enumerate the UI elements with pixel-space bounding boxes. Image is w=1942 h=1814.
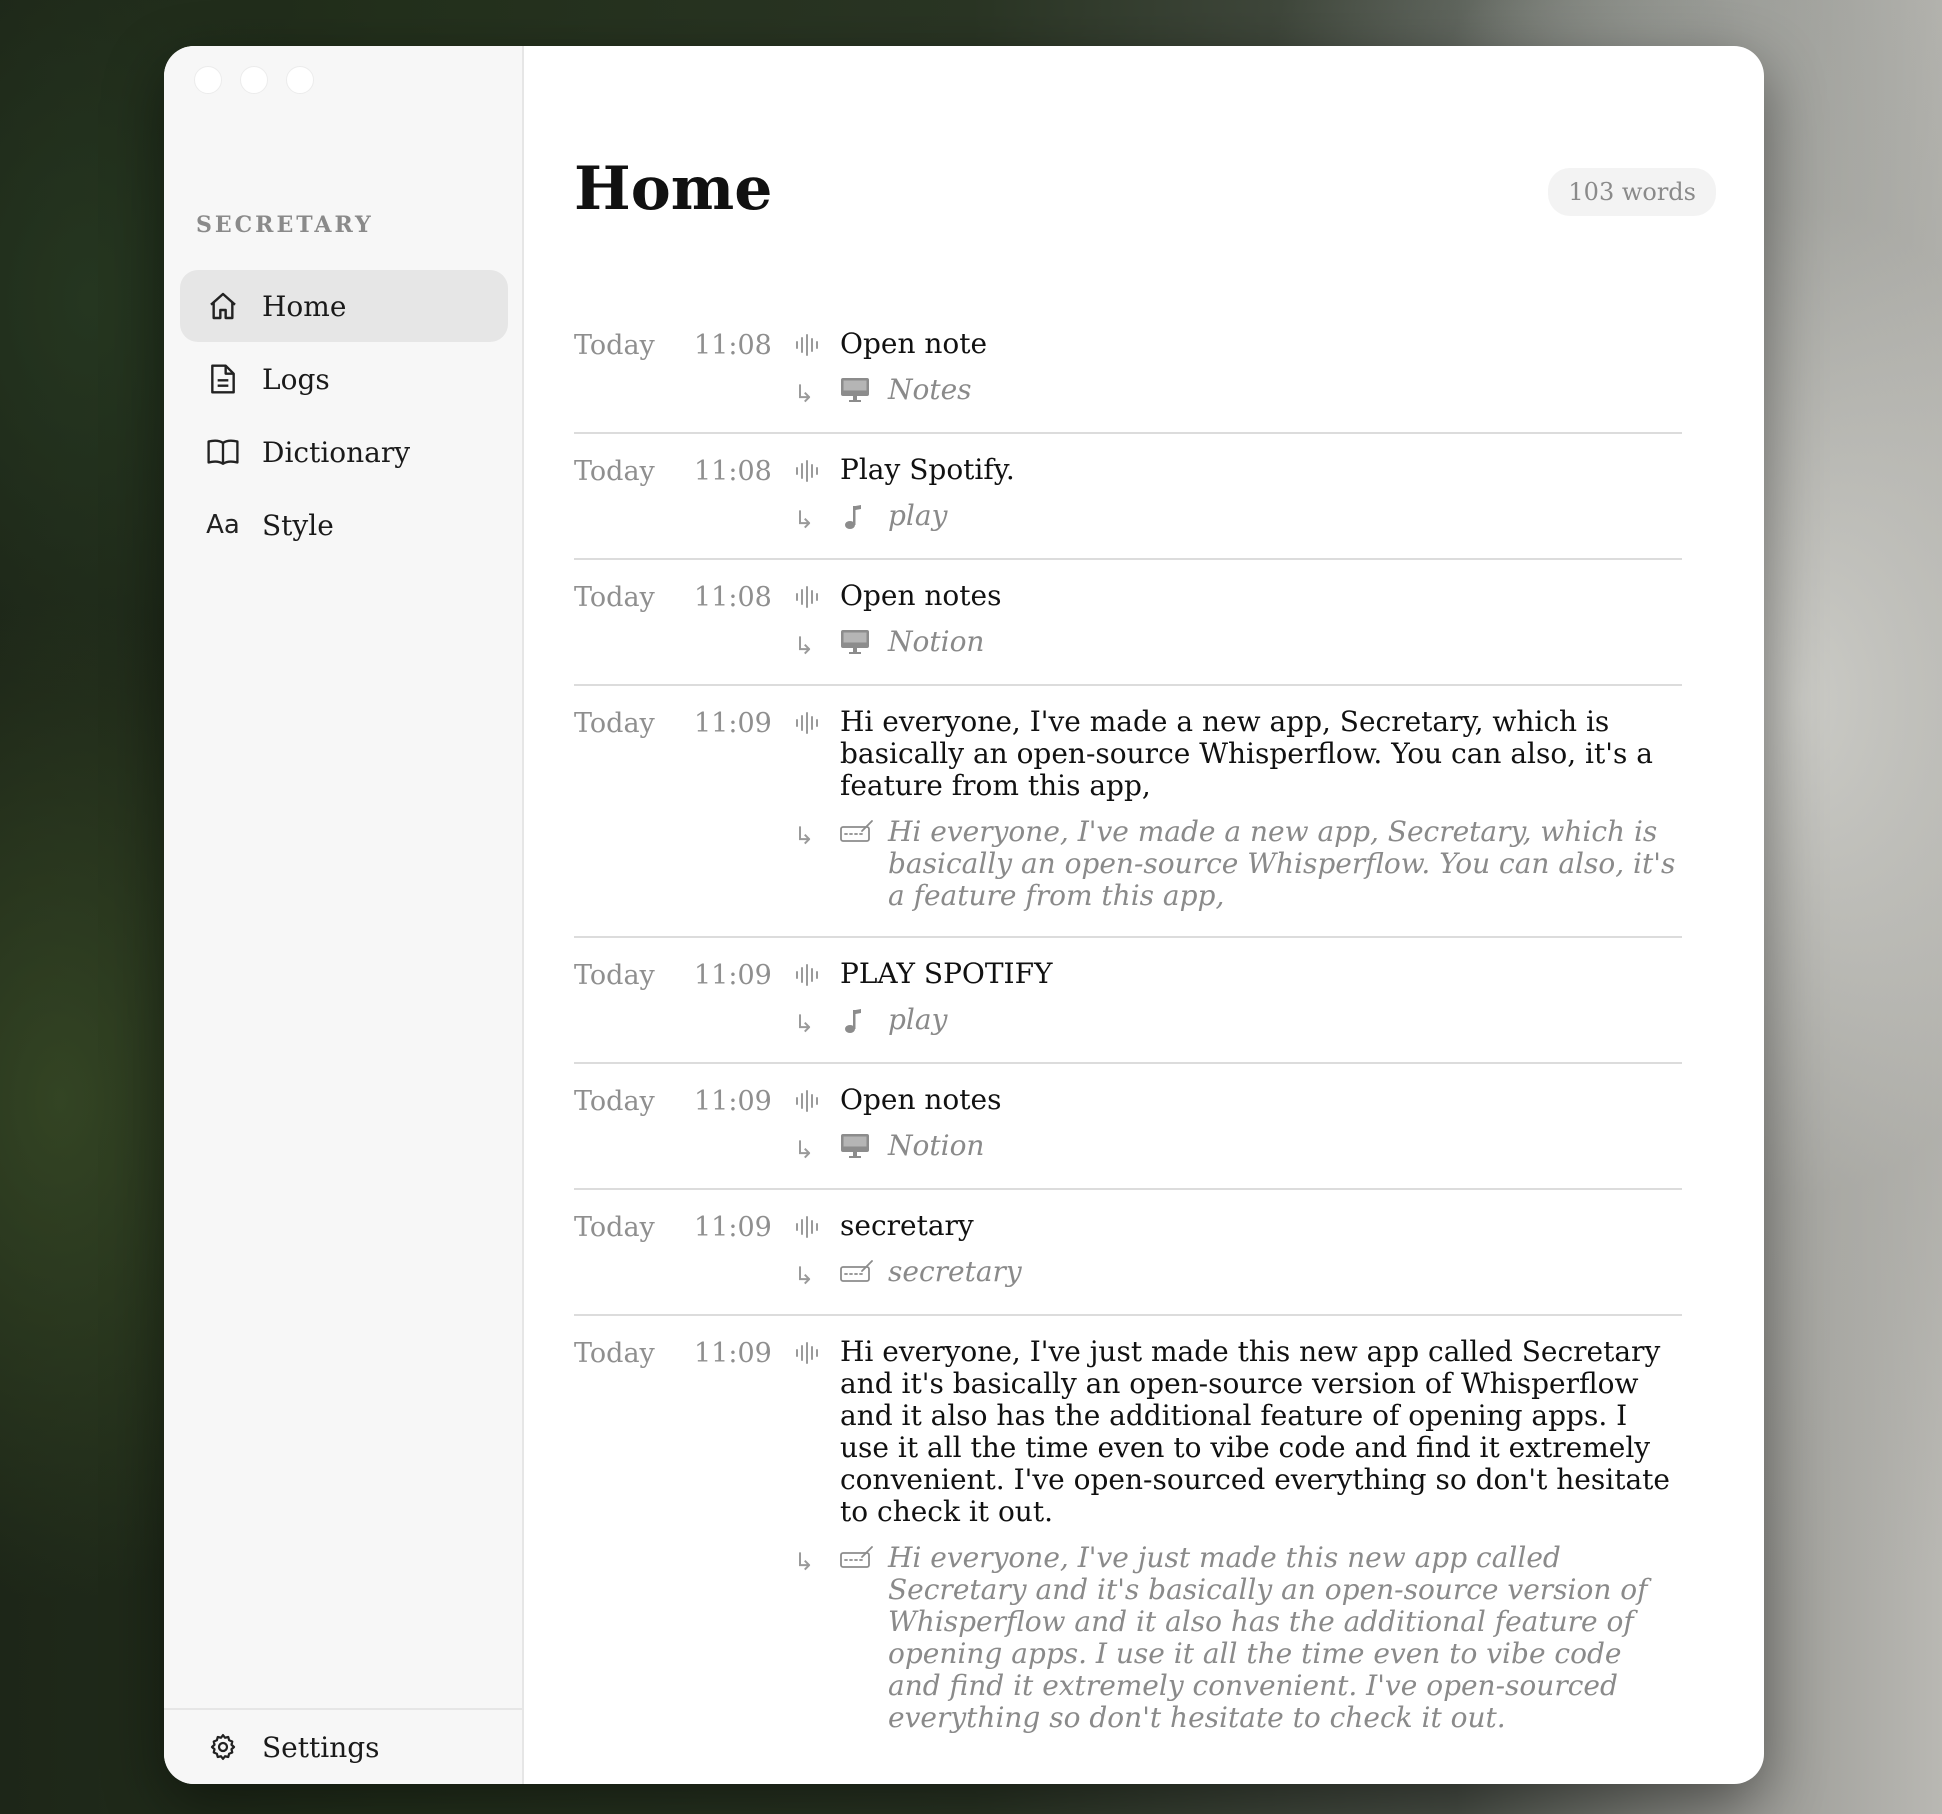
return-arrow-icon: ↳ [794, 1548, 815, 1576]
return-arrow-icon: ↳ [794, 632, 815, 660]
log-entry[interactable]: Today 11:09 Hi everyone, I've made a new… [574, 686, 1682, 938]
sidebar: SECRETARY Home Logs Dictionary Aa Style … [164, 46, 524, 1784]
spoken-text: Open note [840, 327, 988, 360]
entry-time: 11:08 [694, 582, 772, 613]
spoken-text: PLAY SPOTIFY [840, 957, 1053, 990]
settings-label: Settings [262, 1730, 380, 1764]
spoken-text: Hi everyone, I've made a new app, Secret… [840, 705, 1653, 802]
waveform-icon [794, 1334, 840, 1366]
keyboard-edit-icon [840, 816, 888, 845]
return-arrow-icon: ↳ [794, 822, 815, 850]
activity-log: Today 11:08 Open note ↳ Notes Today 11:0… [574, 308, 1682, 1758]
entry-time: 11:08 [694, 456, 772, 487]
sidebar-item-label: Dictionary [262, 435, 411, 469]
entry-time: 11:09 [694, 708, 772, 739]
waveform-icon [794, 956, 840, 988]
spoken-text: Open notes [840, 1083, 1002, 1116]
entry-date: Today [574, 1212, 655, 1243]
entry-time: 11:08 [694, 330, 772, 361]
result-text: Notes [888, 373, 972, 406]
close-window-button[interactable] [194, 66, 222, 94]
word-count-badge: 103 words [1548, 168, 1716, 216]
log-entry[interactable]: Today 11:09 Open notes ↳ Notion [574, 1064, 1682, 1190]
return-arrow-icon: ↳ [794, 506, 815, 534]
sidebar-item-home[interactable]: Home [180, 270, 508, 342]
log-entry[interactable]: Today 11:09 PLAY SPOTIFY ↳ play [574, 938, 1682, 1064]
sidebar-item-style[interactable]: Aa Style [180, 489, 508, 561]
result-text: play [888, 499, 948, 532]
entry-date: Today [574, 456, 655, 487]
music-note-icon [840, 1004, 888, 1035]
entry-time: 11:09 [694, 1086, 772, 1117]
sidebar-item-label: Logs [262, 362, 330, 396]
home-icon [206, 289, 240, 323]
page-title: Home [574, 154, 773, 224]
brand-label: SECRETARY [196, 212, 374, 238]
waveform-icon [794, 578, 840, 610]
result-text: Hi everyone, I've made a new app, Secret… [888, 815, 1676, 912]
return-arrow-icon: ↳ [794, 1136, 815, 1164]
zoom-window-button[interactable] [286, 66, 314, 94]
entry-time: 11:09 [694, 1338, 772, 1369]
result-text: play [888, 1003, 948, 1036]
sidebar-item-logs[interactable]: Logs [180, 343, 508, 415]
settings-button[interactable]: Settings [164, 1708, 522, 1784]
keyboard-edit-icon [840, 1542, 888, 1571]
entry-date: Today [574, 330, 655, 361]
app-window: SECRETARY Home Logs Dictionary Aa Style … [164, 46, 1764, 1784]
document-icon [206, 362, 240, 396]
spoken-text: Hi everyone, I've just made this new app… [840, 1335, 1670, 1528]
waveform-icon [794, 452, 840, 484]
book-icon [206, 435, 240, 469]
spoken-text: secretary [840, 1209, 974, 1242]
entry-date: Today [574, 960, 655, 991]
entry-time: 11:09 [694, 960, 772, 991]
return-arrow-icon: ↳ [794, 1010, 815, 1038]
entry-date: Today [574, 1338, 655, 1369]
sidebar-item-dictionary[interactable]: Dictionary [180, 416, 508, 488]
desktop-app-icon [840, 374, 888, 403]
minimize-window-button[interactable] [240, 66, 268, 94]
main-content: Home 103 words Today 11:08 Open note ↳ N… [524, 46, 1764, 1784]
music-note-icon [840, 500, 888, 531]
result-text: Notion [888, 625, 985, 658]
log-entry[interactable]: Today 11:09 secretary ↳ secretary [574, 1190, 1682, 1316]
log-entry[interactable]: Today 11:09 Hi everyone, I've just made … [574, 1316, 1682, 1758]
waveform-icon [794, 1082, 840, 1114]
spoken-text: Open notes [840, 579, 1002, 612]
result-text: Notion [888, 1129, 985, 1162]
entry-date: Today [574, 582, 655, 613]
result-text: Hi everyone, I've just made this new app… [888, 1541, 1648, 1734]
desktop-app-icon [840, 1130, 888, 1159]
entry-time: 11:09 [694, 1212, 772, 1243]
result-text: secretary [888, 1255, 1022, 1288]
waveform-icon [794, 326, 840, 358]
desktop-app-icon [840, 626, 888, 655]
sidebar-item-label: Style [262, 508, 334, 542]
gear-icon [206, 1730, 240, 1764]
return-arrow-icon: ↳ [794, 380, 815, 408]
waveform-icon [794, 1208, 840, 1240]
waveform-icon [794, 704, 840, 736]
sidebar-nav: Home Logs Dictionary Aa Style [180, 270, 508, 562]
entry-date: Today [574, 708, 655, 739]
entry-date: Today [574, 1086, 655, 1117]
log-entry[interactable]: Today 11:08 Open note ↳ Notes [574, 308, 1682, 434]
log-entry[interactable]: Today 11:08 Play Spotify. ↳ play [574, 434, 1682, 560]
log-entry[interactable]: Today 11:08 Open notes ↳ Notion [574, 560, 1682, 686]
sidebar-item-label: Home [262, 289, 347, 323]
return-arrow-icon: ↳ [794, 1262, 815, 1290]
spoken-text: Play Spotify. [840, 453, 1015, 486]
window-controls [194, 66, 314, 94]
keyboard-edit-icon [840, 1256, 888, 1285]
text-style-icon: Aa [206, 510, 240, 540]
